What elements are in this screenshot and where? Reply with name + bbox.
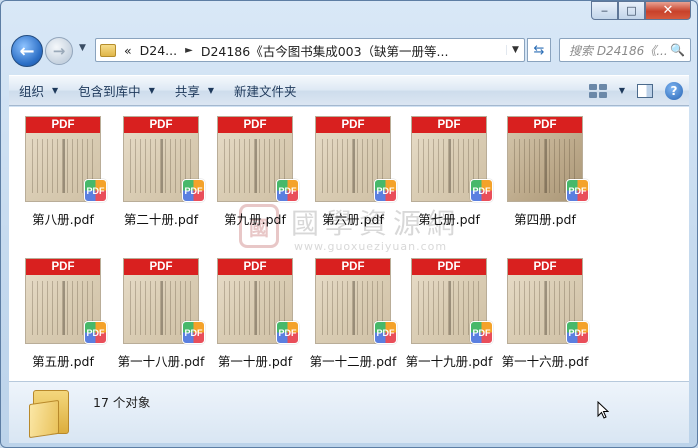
- forward-arrow-icon: →: [52, 42, 66, 60]
- pdf-app-icon: PDF: [84, 321, 107, 344]
- pdf-app-icon: PDF: [374, 179, 397, 202]
- breadcrumb-overflow[interactable]: «: [124, 43, 132, 58]
- pdf-app-icon: PDF: [374, 321, 397, 344]
- file-name: 第九册.pdf: [224, 212, 286, 227]
- close-button[interactable]: ✕: [645, 1, 691, 20]
- pdf-label: PDF: [508, 117, 582, 133]
- chevron-down-icon: ▼: [207, 86, 215, 95]
- pdf-label: PDF: [412, 117, 486, 133]
- pdf-label: PDF: [316, 259, 390, 275]
- file-name: 第一十六册.pdf: [501, 354, 589, 369]
- recent-pages-dropdown[interactable]: ▼: [79, 43, 86, 53]
- address-bar[interactable]: « D24... ► D24186《古今图书集成003（缺第一册等... ▼: [95, 38, 525, 62]
- pdf-app-icon: PDF: [276, 321, 299, 344]
- pdf-app-icon: PDF: [566, 321, 589, 344]
- file-name: 第四册.pdf: [514, 212, 576, 227]
- share-label: 共享: [174, 84, 200, 99]
- file-item[interactable]: PDF PDF 第一十二册.pdf: [305, 253, 401, 381]
- pdf-label: PDF: [508, 259, 582, 275]
- organize-label: 组织: [19, 84, 45, 99]
- file-item[interactable]: PDF PDF 第一十六册.pdf: [497, 253, 593, 381]
- breadcrumb-item-parent[interactable]: D24...: [140, 43, 177, 58]
- pdf-label: PDF: [26, 117, 100, 133]
- file-item[interactable]: PDF PDF 第一十册.pdf: [207, 253, 303, 381]
- file-item[interactable]: PDF PDF 第一十九册.pdf: [401, 253, 497, 381]
- command-toolbar: 组织 ▼ 包含到库中 ▼ 共享 ▼ 新建文件夹 ▼ ?: [9, 75, 689, 106]
- folder-icon: [29, 388, 71, 439]
- pdf-label: PDF: [218, 259, 292, 275]
- include-library-label: 包含到库中: [78, 84, 141, 99]
- chevron-down-icon: ▼: [148, 86, 155, 95]
- chevron-down-icon: ▼: [52, 86, 59, 95]
- file-name: 第八册.pdf: [32, 212, 94, 227]
- item-count: 17 个对象: [93, 395, 151, 410]
- watermark-url: www.guoxueziyuan.com: [294, 240, 448, 253]
- change-view-icon[interactable]: [588, 83, 607, 98]
- file-item[interactable]: PDF PDF 第九册.pdf: [207, 111, 303, 241]
- maximize-button[interactable]: □: [618, 1, 645, 20]
- organize-menu[interactable]: 组织 ▼: [9, 76, 68, 105]
- pdf-label: PDF: [316, 117, 390, 133]
- file-item[interactable]: PDF PDF 第五册.pdf: [15, 253, 111, 381]
- forward-button[interactable]: →: [45, 37, 73, 65]
- search-placeholder: 搜索 D24186《...: [569, 43, 668, 58]
- view-options-chevron-icon[interactable]: ▼: [619, 86, 625, 95]
- search-icon[interactable]: 🔍: [670, 43, 685, 57]
- pdf-label: PDF: [412, 259, 486, 275]
- pdf-label: PDF: [26, 259, 100, 275]
- details-pane: 17 个对象: [9, 381, 689, 443]
- pdf-label: PDF: [124, 117, 198, 133]
- file-name: 第五册.pdf: [32, 354, 94, 369]
- minimize-button[interactable]: ‒: [591, 1, 618, 20]
- preview-pane-icon[interactable]: [637, 83, 653, 98]
- pdf-label: PDF: [218, 117, 292, 133]
- back-arrow-icon: ←: [19, 40, 35, 62]
- breadcrumb-chevron-icon[interactable]: ►: [185, 45, 193, 56]
- refresh-icon: ⇆: [533, 42, 545, 58]
- explorer-window: ‒ □ ✕ ← → ▼ « D24... ► D24186《古今图书集成003（…: [0, 0, 698, 448]
- pdf-app-icon: PDF: [566, 179, 589, 202]
- pdf-app-icon: PDF: [84, 179, 107, 202]
- file-item[interactable]: PDF PDF 第一十八册.pdf: [113, 253, 209, 381]
- new-folder-label: 新建文件夹: [234, 84, 297, 99]
- pdf-label: PDF: [124, 259, 198, 275]
- file-item[interactable]: PDF PDF 第二十册.pdf: [113, 111, 209, 241]
- pdf-app-icon: PDF: [470, 321, 493, 344]
- file-list: 國 國學資源網 www.guoxueziyuan.com PDF PDF 第八册…: [9, 107, 689, 381]
- caption-buttons: ‒ □ ✕: [591, 1, 691, 20]
- share-menu[interactable]: 共享 ▼: [165, 76, 224, 105]
- address-dropdown-icon[interactable]: ▼: [506, 45, 524, 55]
- pdf-app-icon: PDF: [470, 179, 493, 202]
- breadcrumb-item-current[interactable]: D24186《古今图书集成003（缺第一册等...: [201, 41, 449, 60]
- file-item[interactable]: PDF PDF 第六册.pdf: [305, 111, 401, 241]
- help-icon[interactable]: ?: [665, 81, 683, 100]
- include-in-library-menu[interactable]: 包含到库中 ▼: [68, 76, 165, 105]
- file-item[interactable]: PDF PDF 第八册.pdf: [15, 111, 111, 241]
- file-name: 第一十册.pdf: [217, 354, 293, 369]
- refresh-button[interactable]: ⇆: [527, 38, 551, 62]
- mouse-cursor-icon: [597, 401, 609, 419]
- file-item[interactable]: PDF PDF 第四册.pdf: [497, 111, 593, 241]
- pdf-app-icon: PDF: [182, 179, 205, 202]
- navigation-bar: ← → ▼ « D24... ► D24186《古今图书集成003（缺第一册等.…: [9, 33, 691, 67]
- file-item[interactable]: PDF PDF 第七册.pdf: [401, 111, 497, 241]
- back-button[interactable]: ←: [11, 35, 43, 67]
- pdf-app-icon: PDF: [276, 179, 299, 202]
- pdf-app-icon: PDF: [182, 321, 205, 344]
- folder-icon: [100, 43, 116, 57]
- search-input[interactable]: 搜索 D24186《... 🔍: [559, 38, 691, 62]
- new-folder-button[interactable]: 新建文件夹: [224, 76, 307, 105]
